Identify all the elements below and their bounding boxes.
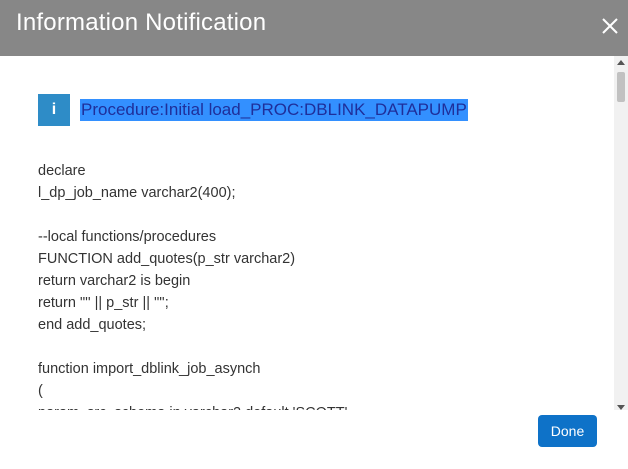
- code-line: function import_dblink_job_asynch: [38, 361, 261, 377]
- notification-heading-row: i Procedure:Initial load_PROC:DBLINK_DAT…: [38, 94, 468, 126]
- scroll-up-arrow-icon[interactable]: [617, 60, 625, 65]
- info-icon: i: [38, 94, 70, 126]
- code-line: (: [38, 383, 43, 399]
- vertical-scrollbar[interactable]: [614, 56, 628, 414]
- dialog-titlebar: Information Notification: [0, 0, 628, 56]
- information-notification-dialog: Information Notification i Procedure:Ini…: [0, 0, 628, 469]
- close-icon: [602, 18, 618, 34]
- dialog-title: Information Notification: [16, 9, 267, 36]
- code-line: FUNCTION add_quotes(p_str varchar2): [38, 251, 296, 267]
- procedure-code-block: declare l_dp_job_name varchar2(400); --loc…: [38, 160, 598, 410]
- dialog-footer: Done: [0, 410, 628, 469]
- done-button[interactable]: Done: [538, 415, 597, 447]
- notification-content: i Procedure:Initial load_PROC:DBLINK_DAT…: [0, 56, 614, 410]
- code-line: declare: [38, 163, 86, 179]
- code-line: --local functions/procedures: [38, 229, 217, 245]
- code-line: l_dp_job_name varchar2(400);: [38, 185, 236, 201]
- code-line: return varchar2 is begin: [38, 273, 191, 289]
- code-line: end add_quotes;: [38, 317, 147, 333]
- code-line: return '"' || p_str || '"';: [38, 295, 169, 311]
- notification-heading: Procedure:Initial load_PROC:DBLINK_DATAP…: [80, 99, 468, 121]
- close-button[interactable]: [596, 12, 624, 40]
- code-line: param_src_schema in varchar2 default 'SC…: [38, 402, 598, 410]
- scroll-thumb[interactable]: [617, 72, 625, 102]
